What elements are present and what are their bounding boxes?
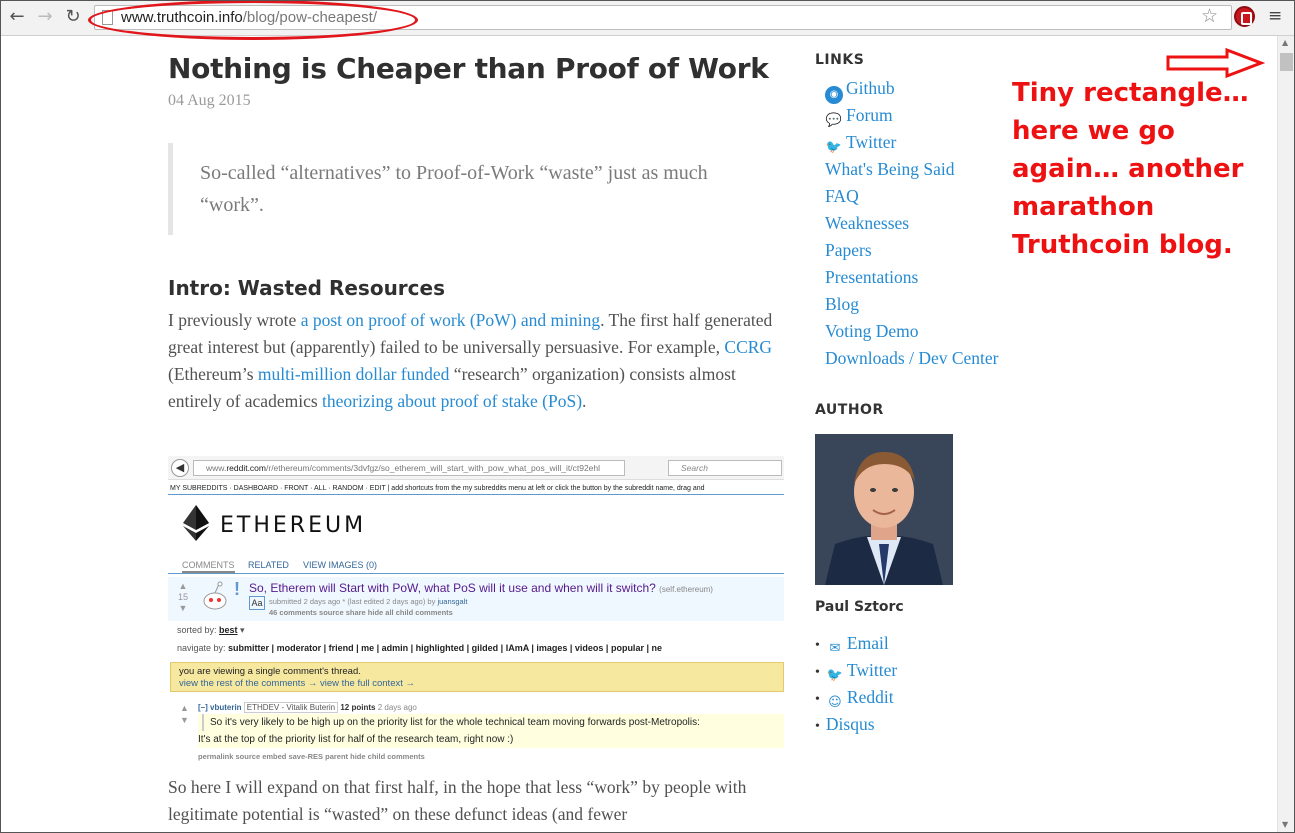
tab-related: RELATED: [248, 560, 289, 570]
text-size-icon: Aa: [249, 596, 265, 610]
url-annotation-circle: [88, 0, 418, 40]
links-heading: LINKS: [815, 52, 865, 68]
screenshot-tabs: COMMENTS RELATED VIEW IMAGES (0): [168, 556, 784, 574]
twitter-icon: 🐦: [826, 668, 843, 683]
reddit-screenshot-image: ◀ www.reddit.com/r/ethereum/comments/3dv…: [168, 456, 784, 764]
sidebar-link-weaknesses[interactable]: Weaknesses: [825, 210, 999, 237]
comment-header: [–] vbuterin ETHDEV - Vitalik Buterin 12…: [198, 702, 417, 713]
author-link-reddit[interactable]: ☺Reddit: [815, 684, 897, 711]
ethereum-logo-icon: [183, 505, 209, 541]
sidebar-link-papers[interactable]: Papers: [825, 237, 999, 264]
screenshot-navigate-by: navigate by: submitter | moderator | fri…: [177, 643, 662, 653]
tab-comments: COMMENTS: [182, 560, 235, 573]
author-name: Paul Sztorc: [815, 599, 904, 615]
screenshot-post-links: 46 comments source share hide all child …: [269, 608, 453, 617]
author-portrait-image: [815, 434, 953, 585]
intro-paragraph: I previously wrote a post on proof of wo…: [168, 310, 773, 411]
screenshot-post: ▲ 15 ▼ ! So, Etherem will Start with PoW, …: [168, 577, 784, 621]
scroll-down-icon[interactable]: ▼: [1282, 820, 1288, 829]
tab-view-images: VIEW IMAGES (0): [303, 560, 378, 570]
pos-theory-link[interactable]: theorizing about proof of stake (PoS): [322, 391, 582, 411]
section-heading: Intro: Wasted Resources: [168, 276, 445, 300]
comment-links: permalink source embed save-RES parent h…: [198, 752, 425, 761]
author-link-disqus[interactable]: Disqus: [815, 711, 897, 738]
screenshot-post-meta: submitted 2 days ago * (last edited 2 da…: [269, 597, 468, 606]
twitter-icon: 🐦: [825, 140, 843, 155]
forward-arrow-icon[interactable]: →: [34, 6, 56, 28]
screenshot-subreddit-bar: MY SUBREDDITS · DASHBOARD · FRONT · ALL …: [168, 483, 784, 495]
sidebar-link-downloads[interactable]: Downloads / Dev Center: [825, 345, 999, 372]
screenshot-post-title: So, Etherem will Start with PoW, what Po…: [249, 581, 713, 595]
sidebar-link-github[interactable]: ◉ Github: [825, 75, 999, 104]
funded-link[interactable]: multi-million dollar funded: [258, 364, 450, 384]
self-post-icon: !: [234, 579, 240, 599]
sidebar-links: ◉ Github 💬 Forum 🐦 Twitter What's Being Sai…: [825, 75, 999, 372]
screenshot-back-icon: ◀: [171, 459, 189, 477]
reddit-icon: ☺: [828, 695, 842, 710]
screenshot-search-field: Search: [668, 460, 782, 476]
chrome-menu-icon[interactable]: ≡: [1268, 6, 1282, 26]
ccrg-link[interactable]: CCRG: [724, 337, 772, 357]
author-heading: AUTHOR: [815, 402, 884, 418]
sidebar-link-forum[interactable]: 💬 Forum: [825, 102, 999, 129]
author-link-email[interactable]: ✉Email: [815, 630, 897, 657]
scroll-up-icon[interactable]: ▲: [1282, 38, 1288, 47]
back-arrow-icon[interactable]: ←: [6, 6, 28, 28]
post-date: 04 Aug 2015: [168, 92, 251, 109]
pow-post-link[interactable]: a post on proof of work (PoW) and mining: [301, 310, 600, 330]
reload-icon[interactable]: ↻: [62, 6, 84, 28]
comment-body: So it's very likely to be high up on the…: [198, 714, 784, 748]
author-link-twitter[interactable]: 🐦Twitter: [815, 657, 897, 684]
screenshot-thread-notice: you are viewing a single comment's threa…: [170, 662, 784, 692]
author-photo: [815, 434, 953, 585]
screenshot-url: www.reddit.com/r/ethereum/comments/3dvfg…: [193, 460, 625, 476]
post-blockquote: So-called “alternatives” to Proof-of-Wor…: [168, 143, 768, 235]
author-links: ✉Email 🐦Twitter ☺Reddit Disqus: [815, 630, 897, 738]
sidebar-link-whats-being-said[interactable]: What's Being Said: [825, 156, 999, 183]
envelope-icon: ✉: [829, 641, 841, 656]
screenshot-browser-bar: ◀ www.reddit.com/r/ethereum/comments/3dv…: [168, 456, 784, 480]
screenshot-comment: ▲ ▼ [–] vbuterin ETHDEV - Vitalik Buterin…: [168, 700, 784, 764]
screenshot-sort: sorted by: best ▾: [177, 625, 245, 635]
comment-vote: ▲ ▼: [180, 703, 189, 725]
post-title: Nothing is Cheaper than Proof of Work: [168, 52, 769, 85]
scroll-thumb[interactable]: [1280, 53, 1293, 71]
expand-paragraph: So here I will expand on that first half…: [168, 777, 747, 824]
comments-icon: 💬: [825, 113, 843, 128]
sidebar-link-voting-demo[interactable]: Voting Demo: [825, 318, 999, 345]
reddit-alien-icon: [203, 581, 227, 610]
ublock-extension-icon[interactable]: [1234, 6, 1255, 27]
sidebar-link-twitter[interactable]: 🐦 Twitter: [825, 129, 999, 156]
annotation-text: Tiny rectangle… here we go again… anothe…: [1012, 78, 1249, 260]
post-vote: ▲ 15 ▼: [178, 581, 189, 613]
bookmark-star-icon[interactable]: ☆: [1201, 5, 1218, 27]
sidebar-link-blog[interactable]: Blog: [825, 291, 999, 318]
subreddit-name: ETHEREUM: [220, 513, 367, 538]
page-scrollbar[interactable]: ▲ ▼: [1277, 36, 1295, 833]
sidebar-link-faq[interactable]: FAQ: [825, 183, 999, 210]
sidebar-link-presentations[interactable]: Presentations: [825, 264, 999, 291]
